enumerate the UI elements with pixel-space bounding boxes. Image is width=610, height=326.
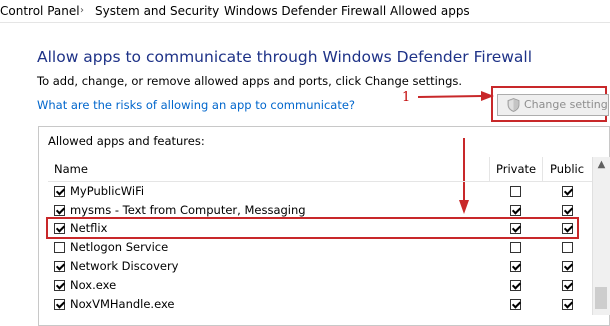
breadcrumb-separator: › [80, 5, 84, 16]
public-checkbox[interactable] [562, 186, 573, 197]
breadcrumb-allowed-apps[interactable]: Allowed apps [390, 0, 470, 22]
risks-link[interactable]: What are the risks of allowing an app to… [37, 98, 355, 112]
annotation-number: 1 [402, 90, 411, 105]
column-divider [542, 157, 543, 181]
table-row[interactable]: Netlogon Service [48, 238, 592, 257]
public-checkbox[interactable] [562, 261, 573, 272]
private-checkbox[interactable] [510, 186, 521, 197]
app-name: MyPublicWiFi [70, 184, 145, 198]
column-name[interactable]: Name [54, 162, 88, 176]
app-enable-checkbox[interactable] [54, 186, 65, 197]
column-divider [489, 157, 490, 181]
breadcrumb-separator: › [374, 5, 378, 16]
allowed-apps-title: Allowed apps and features: [48, 134, 205, 148]
vertical-scrollbar[interactable]: ▲ [592, 157, 610, 315]
public-checkbox[interactable] [562, 299, 573, 310]
table-row[interactable]: NoxVMHandle.exe [48, 295, 592, 314]
table-header: Name Private Public [48, 157, 592, 182]
change-settings-label: Change settings [524, 98, 609, 111]
private-checkbox[interactable] [510, 299, 521, 310]
change-settings-button[interactable]: Change settings [497, 94, 609, 116]
table-row[interactable]: MyPublicWiFi [48, 182, 592, 201]
private-checkbox[interactable] [510, 205, 521, 216]
table-row[interactable]: Nox.exe [48, 276, 592, 295]
breadcrumb-firewall[interactable]: Windows Defender Firewall [224, 0, 386, 22]
app-name: Netlogon Service [70, 240, 169, 254]
breadcrumb: Control Panel › System and Security › Wi… [0, 0, 610, 23]
app-enable-checkbox[interactable] [54, 242, 65, 253]
column-private[interactable]: Private [496, 162, 536, 176]
netflix-row-highlight [46, 217, 579, 239]
breadcrumb-system-security[interactable]: System and Security [95, 0, 219, 22]
app-enable-checkbox[interactable] [54, 299, 65, 310]
app-name: Network Discovery [70, 259, 179, 273]
public-checkbox[interactable] [562, 280, 573, 291]
arrow-icon [417, 91, 494, 101]
shield-icon [507, 98, 520, 112]
breadcrumb-separator: › [208, 5, 212, 16]
app-enable-checkbox[interactable] [54, 280, 65, 291]
page-title: Allow apps to communicate through Window… [37, 48, 533, 66]
public-checkbox[interactable] [562, 242, 573, 253]
public-checkbox[interactable] [562, 205, 573, 216]
table-row[interactable]: Network Discovery [48, 257, 592, 276]
app-name: NoxVMHandle.exe [70, 297, 175, 311]
page-subtext: To add, change, or remove allowed apps a… [37, 74, 463, 88]
app-enable-checkbox[interactable] [54, 205, 65, 216]
private-checkbox[interactable] [510, 261, 521, 272]
app-name: mysms - Text from Computer, Messaging [70, 203, 306, 217]
scroll-up-icon[interactable]: ▲ [593, 157, 610, 173]
app-enable-checkbox[interactable] [54, 261, 65, 272]
column-public[interactable]: Public [550, 162, 584, 176]
private-checkbox[interactable] [510, 280, 521, 291]
app-name: Nox.exe [70, 278, 117, 292]
private-checkbox[interactable] [510, 242, 521, 253]
breadcrumb-control-panel[interactable]: Control Panel [0, 0, 80, 22]
scroll-thumb[interactable] [595, 287, 607, 309]
